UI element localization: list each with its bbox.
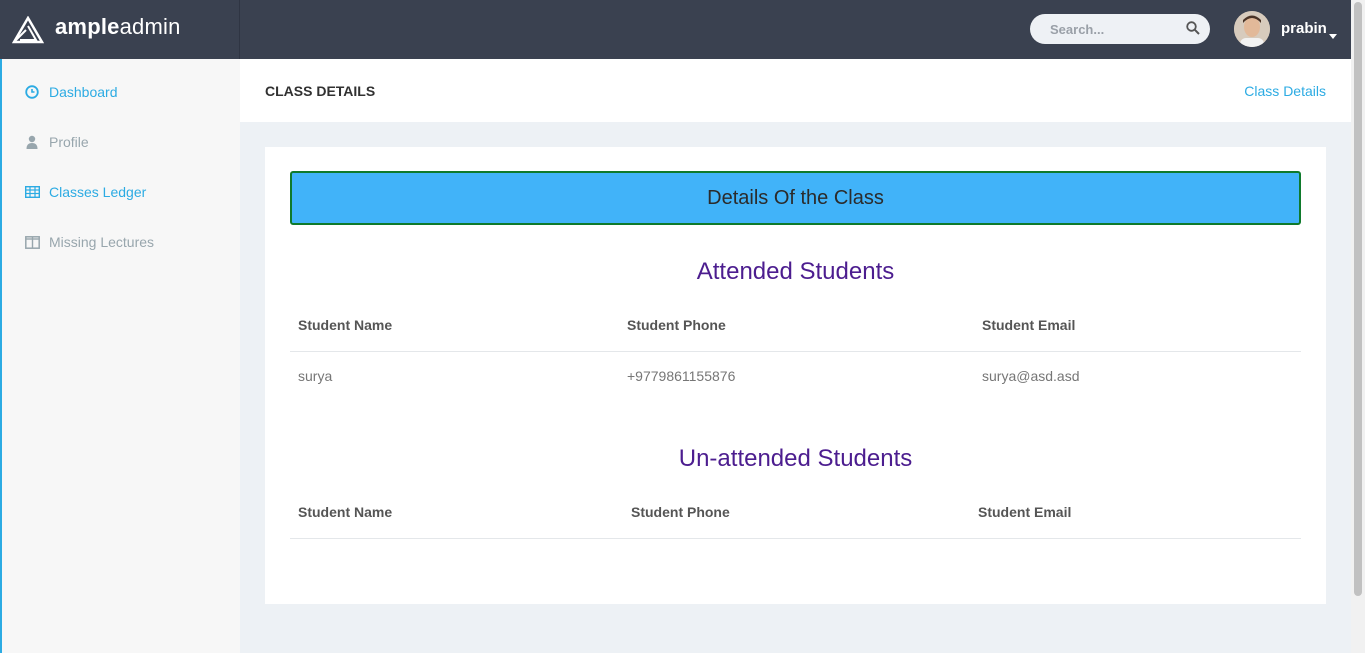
search-input[interactable]: Search... (1030, 14, 1210, 44)
sidebar: Dashboard Profile Classes Ledger Missing… (0, 59, 240, 653)
table-header: Student Name (298, 317, 393, 333)
class-details-banner: Details Of the Class (290, 171, 1301, 225)
search-placeholder: Search... (1050, 22, 1105, 37)
unattended-students-title: Un-attended Students (678, 445, 913, 472)
sidebar-item-label: Missing Lectures (49, 234, 155, 250)
sidebar-item-dashboard[interactable]: Dashboard (24, 82, 118, 102)
sidebar-item-label: Profile (49, 134, 89, 150)
user-name[interactable]: prabin (1281, 20, 1327, 37)
divider (290, 538, 1301, 539)
table-icon (24, 184, 40, 200)
brand[interactable]: ampleadmin (0, 0, 240, 59)
logo-icon (11, 15, 45, 49)
table-header: Student Email (982, 317, 1076, 333)
student-phone-cell: +9779861155876 (627, 368, 736, 384)
sidebar-item-missing-lectures[interactable]: Missing Lectures (24, 232, 154, 252)
table-header: Student Phone (627, 317, 726, 333)
columns-icon (24, 234, 40, 250)
scrollbar-thumb[interactable] (1354, 2, 1362, 596)
student-name-cell: surya (298, 368, 333, 384)
caret-down-icon[interactable] (1329, 26, 1337, 44)
topbar: ampleadmin Search... prabin (0, 0, 1351, 59)
clock-icon (24, 84, 40, 100)
student-email-cell: surya@asd.asd (982, 368, 1080, 384)
sidebar-item-label: Classes Ledger (49, 184, 147, 200)
table-header: Student Phone (631, 504, 730, 520)
breadcrumb[interactable]: Class Details (1244, 83, 1326, 99)
sidebar-item-profile[interactable]: Profile (24, 132, 89, 152)
user-icon (24, 134, 40, 150)
page-title: CLASS DETAILS (265, 83, 376, 99)
avatar[interactable] (1234, 11, 1270, 47)
search-icon[interactable] (1186, 21, 1200, 40)
page-header: CLASS DETAILS Class Details (240, 59, 1351, 122)
class-details-card: Details Of the Class Attended Students S… (265, 147, 1326, 604)
sidebar-item-label: Dashboard (49, 84, 118, 100)
divider (290, 351, 1301, 352)
scrollbar[interactable] (1351, 0, 1365, 653)
table-header: Student Email (978, 504, 1072, 520)
brand-name: ampleadmin (55, 14, 181, 39)
sidebar-item-classes-ledger[interactable]: Classes Ledger (24, 182, 146, 202)
table-header: Student Name (298, 504, 393, 520)
attended-students-title: Attended Students (696, 258, 895, 285)
